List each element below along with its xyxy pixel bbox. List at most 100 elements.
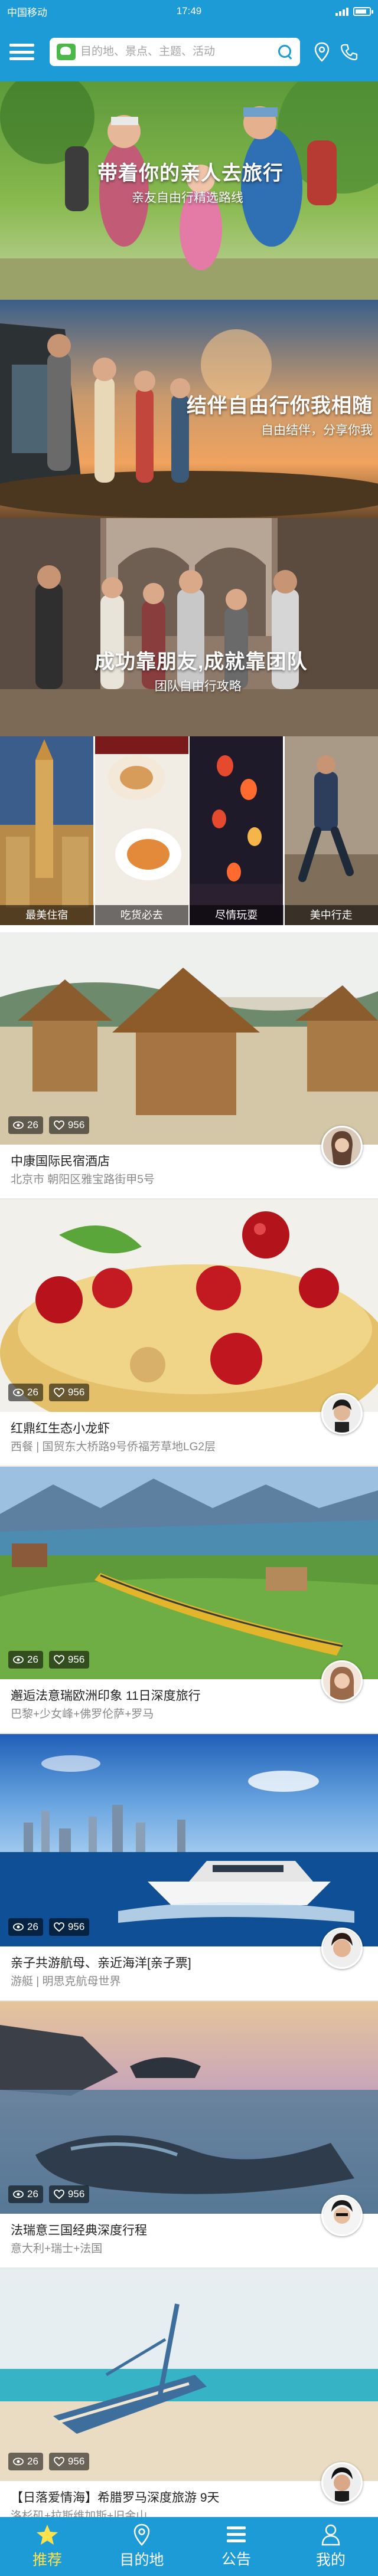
banner-subtitle: 团队自由行攻略 (154, 680, 242, 693)
likes-counter[interactable]: 956 (48, 2185, 90, 2203)
eye-icon (13, 1656, 24, 1664)
tile-accommodation[interactable]: 最美住宿 (0, 736, 94, 925)
card-subtitle: 巴黎+少女峰+佛罗伦萨+罗马 (11, 1708, 154, 1720)
battery-icon (353, 6, 373, 16)
building-photo (0, 736, 93, 925)
views-counter: 26 (8, 2453, 43, 2470)
banner-family-travel[interactable]: 带着你的亲人去旅行 亲友自由行精选路线 (0, 81, 378, 300)
card-stats: 26 956 (8, 1918, 90, 1936)
search-icon[interactable] (278, 44, 293, 60)
feed-card-restaurant[interactable]: 26 956 红鼎红生态小龙虾 西餐 | 国贸东大桥路9号侨福芳草地LG2层 (0, 1199, 378, 1467)
card-photo (0, 2001, 378, 2214)
card-title: 邂逅法意瑞欧洲印象 11日深度旅行 (11, 1689, 201, 1703)
top-header (0, 22, 378, 81)
likes-counter[interactable]: 956 (48, 1116, 90, 1134)
card-stats: 26 956 (8, 1651, 90, 1669)
likes-counter[interactable]: 956 (48, 2453, 90, 2470)
likes-counter[interactable]: 956 (48, 1384, 90, 1401)
avatar[interactable] (321, 1660, 363, 1702)
likes-counter[interactable]: 956 (48, 1918, 90, 1936)
views-counter: 26 (8, 2185, 43, 2203)
avatar[interactable] (321, 1393, 363, 1434)
views-counter: 26 (8, 1918, 43, 1936)
card-title: 亲子共游航母、亲近海洋[亲子票] (11, 1956, 191, 1970)
tab-label: 我的 (315, 2552, 346, 2568)
tab-recommend[interactable]: 推荐 (0, 2517, 94, 2576)
phone-icon[interactable] (339, 40, 359, 64)
likes-count: 956 (67, 2188, 85, 2200)
feed-card-yacht[interactable]: 26 956 亲子共游航母、亲近海洋[亲子票] 游艇 | 明思克航母世界 (0, 1734, 378, 2001)
card-subtitle: 游艇 | 明思克航母世界 (11, 1975, 121, 1988)
likes-count: 956 (67, 1387, 85, 1398)
hiking-photo (284, 736, 378, 925)
banner-title: 成功靠朋友,成就靠团队 (94, 651, 308, 673)
search-bar[interactable] (50, 38, 300, 66)
eye-icon (13, 2190, 24, 2198)
views-count: 26 (27, 2188, 38, 2200)
avatar[interactable] (321, 1928, 363, 1969)
avatar[interactable] (321, 2195, 363, 2236)
star-icon (37, 2525, 58, 2545)
card-stats: 26 956 (8, 1116, 90, 1134)
banner-team-travel[interactable]: 成功靠朋友,成就靠团队 团队自由行攻略 (0, 518, 378, 736)
likes-count: 956 (67, 1654, 85, 1665)
card-photo (0, 1199, 378, 1412)
card-title: 红鼎红生态小龙虾 (11, 1422, 110, 1436)
card-stats: 26 956 (8, 2453, 90, 2470)
heart-icon (54, 1922, 64, 1932)
clock-label: 17:49 (176, 5, 202, 17)
likes-count: 956 (67, 2456, 85, 2467)
feed-card-greece[interactable]: 26 956 【日落爱情海】希腊罗马深度旅游 9天 洛杉矶+拉斯维加斯+旧金山 (0, 2269, 378, 2522)
tile-hiking[interactable]: 美中行走 (284, 736, 378, 925)
views-count: 26 (27, 2456, 38, 2467)
card-photo (0, 1734, 378, 1946)
menu-button[interactable] (8, 40, 35, 64)
tab-destination[interactable]: 目的地 (94, 2517, 189, 2576)
banner-title: 结伴自由行你我相随 (187, 395, 373, 417)
views-count: 26 (27, 1921, 38, 1932)
views-counter: 26 (8, 1651, 43, 1669)
card-photo (0, 932, 378, 1145)
views-counter: 26 (8, 1116, 43, 1134)
feed-card-hotel[interactable]: 26 956 中康国际民宿酒店 北京市 朝阳区雅宝路街甲5号 (0, 932, 378, 1199)
eye-icon (13, 1121, 24, 1129)
tab-label: 公告 (221, 2551, 251, 2568)
app-logo-icon (57, 44, 76, 60)
eye-icon (13, 1388, 24, 1397)
list-icon (227, 2526, 246, 2542)
eye-icon (13, 2457, 24, 2466)
banner-group-travel[interactable]: 结伴自由行你我相随 自由结伴，分享你我 (0, 300, 378, 518)
tab-profile[interactable]: 我的 (284, 2517, 378, 2576)
team-ruins-photo (0, 518, 378, 736)
feed-card-europe-tour[interactable]: 26 956 邂逅法意瑞欧洲印象 11日深度旅行 巴黎+少女峰+佛罗伦萨+罗马 (0, 1467, 378, 1734)
views-count: 26 (27, 1387, 38, 1398)
card-photo (0, 2269, 378, 2481)
tile-label: 吃货必去 (94, 905, 188, 925)
card-title: 法瑞意三国经典深度行程 (11, 2224, 147, 2237)
tab-announcement[interactable]: 公告 (189, 2517, 284, 2576)
heart-icon (54, 1120, 64, 1130)
location-icon[interactable] (312, 40, 332, 64)
tile-label: 最美住宿 (0, 905, 94, 925)
card-subtitle: 西餐 | 国贸东大桥路9号侨福芳草地LG2层 (11, 1441, 216, 1453)
card-stats: 26 956 (8, 1384, 90, 1401)
card-photo (0, 1467, 378, 1679)
card-subtitle: 北京市 朝阳区雅宝路街甲5号 (11, 1174, 155, 1186)
search-input[interactable] (80, 45, 278, 58)
heart-icon (54, 1388, 64, 1397)
category-tiles: 最美住宿 吃货必去 尽情玩耍 美中行走 (0, 736, 378, 925)
tile-label: 尽情玩耍 (190, 905, 284, 925)
tile-fun[interactable]: 尽情玩耍 (190, 736, 284, 925)
banner-subtitle: 自由结伴，分享你我 (261, 424, 373, 437)
food-photo (94, 736, 188, 925)
tile-food[interactable]: 吃货必去 (94, 736, 188, 925)
banner-subtitle: 亲友自由行精选路线 (132, 191, 243, 205)
tab-label: 推荐 (32, 2552, 62, 2568)
avatar[interactable] (321, 1126, 363, 1167)
card-title: 中康国际民宿酒店 (11, 1155, 110, 1168)
avatar[interactable] (321, 2462, 363, 2503)
likes-count: 956 (67, 1921, 85, 1932)
feed-card-three-countries[interactable]: 26 956 法瑞意三国经典深度行程 意大利+瑞士+法国 (0, 2001, 378, 2269)
likes-counter[interactable]: 956 (48, 1651, 90, 1669)
heart-icon (54, 2190, 64, 2199)
